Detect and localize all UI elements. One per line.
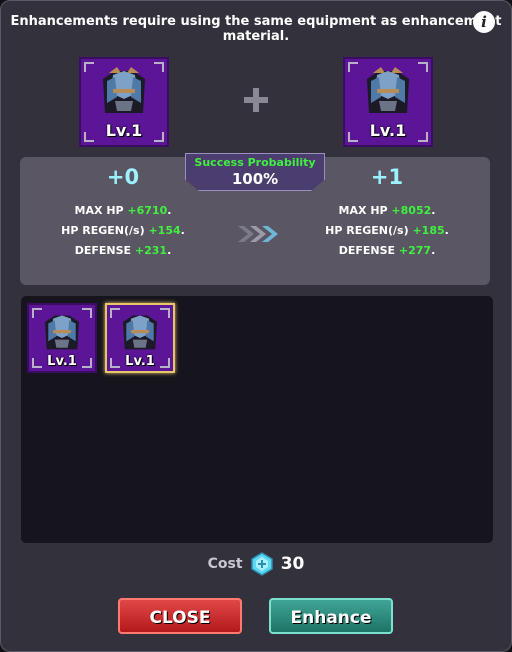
double-arrow-icon	[238, 226, 278, 242]
enhance-button[interactable]: Enhance	[269, 598, 393, 634]
inventory-item-level: Lv.1	[125, 354, 155, 369]
current-stat-line: HP REGEN(/s) +154.	[61, 224, 185, 237]
current-stat-line: DEFENSE +231.	[74, 244, 172, 257]
enhancement-notice: Enhancements require using the same equi…	[10, 14, 502, 44]
close-button[interactable]: CLOSE	[118, 598, 242, 634]
cost-row: Cost 30	[0, 552, 512, 576]
current-enhance-level: +0	[106, 165, 140, 189]
armor-icon	[103, 67, 145, 113]
success-probability-value: 100%	[231, 170, 279, 188]
current-stat-line: MAX HP +6710.	[74, 204, 172, 217]
result-stat-line: DEFENSE +277.	[338, 244, 436, 257]
info-icon[interactable]: i	[473, 11, 495, 33]
success-probability-banner: Success Probability 100%	[185, 153, 325, 191]
result-enhance-level: +1	[370, 165, 404, 189]
inventory-item-selected[interactable]: Lv.1	[105, 303, 175, 373]
result-stat-line: HP REGEN(/s) +185.	[325, 224, 449, 237]
cost-value: 30	[280, 554, 305, 574]
inventory-item[interactable]: Lv.1	[27, 303, 97, 373]
current-item-slot[interactable]: Lv.1	[79, 57, 169, 147]
current-item-level: Lv.1	[105, 121, 143, 140]
armor-icon	[45, 315, 79, 350]
plus-icon	[244, 88, 268, 112]
armor-icon	[123, 315, 157, 350]
inventory-grid: Lv.1 Lv.1	[21, 296, 493, 543]
result-stat-line: MAX HP +8052.	[338, 204, 436, 217]
cost-label: Cost	[207, 556, 243, 572]
armor-icon	[367, 67, 409, 113]
inventory-item-level: Lv.1	[47, 354, 77, 369]
gem-icon	[250, 552, 273, 576]
success-probability-label: Success Probability	[194, 156, 316, 169]
result-item-slot: Lv.1	[343, 57, 433, 147]
result-item-level: Lv.1	[369, 121, 407, 140]
